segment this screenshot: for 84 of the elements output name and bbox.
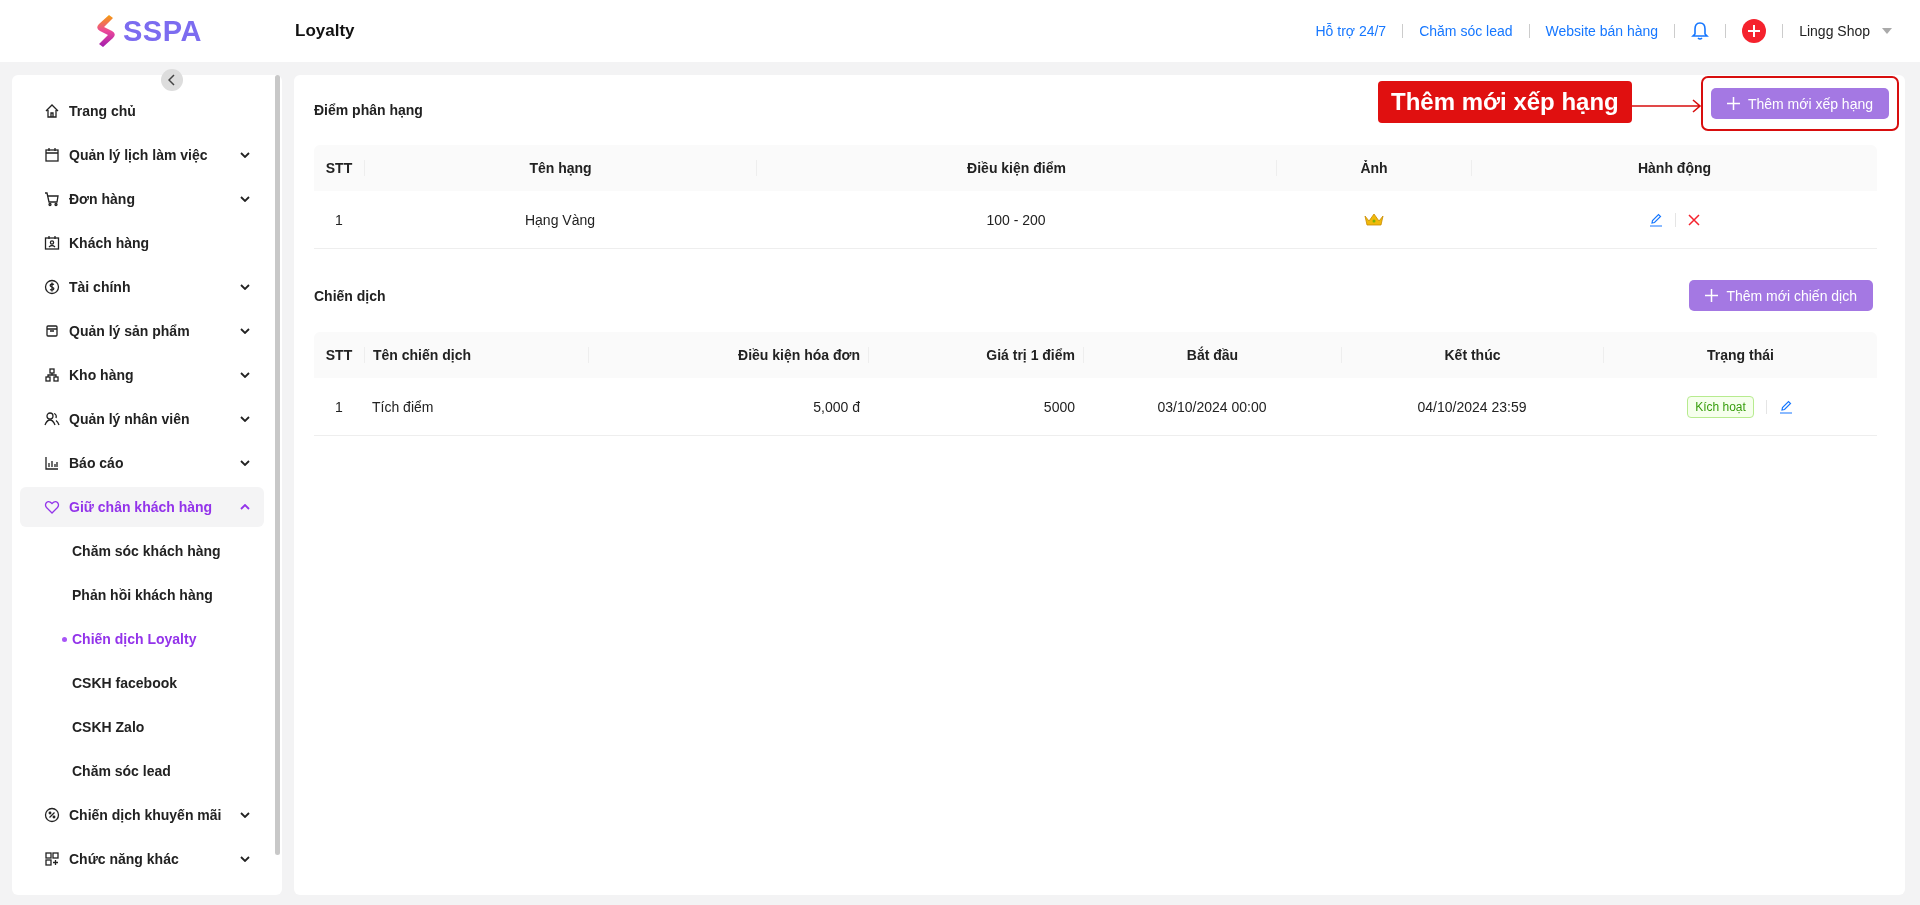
sidebar-item[interactable]: Quản lý lịch làm việc [20,135,264,175]
logo-icon [95,14,117,48]
column-header: STT [324,347,354,363]
table-cell-text: 03/10/2024 00:00 [1156,398,1268,415]
chevron-down-icon [240,856,250,862]
heart-icon [44,499,60,515]
column-header: Điều kiện điểm [756,160,1276,176]
submenu-item[interactable]: CSKH facebook [20,663,264,703]
section-title: Điểm phân hạng [314,102,423,118]
boxes-icon [44,367,60,383]
sidebar-item[interactable]: Khách hàng [20,223,264,263]
percent-icon [44,807,60,823]
crown-icon [1363,212,1384,227]
annotation-label: Thêm mới xếp hạng [1378,81,1632,123]
section-title: Chiến dịch [314,287,386,304]
plus-icon [1705,289,1719,302]
collapse-button[interactable] [161,69,183,91]
box-icon [44,323,60,339]
table-cell-text: 04/10/2024 23:59 [1416,398,1528,415]
plus-icon [1726,97,1740,110]
sidebar-item[interactable]: Đơn hàng [20,179,264,219]
caret-icon [1882,28,1892,34]
table-cell-text: 1 [334,398,344,415]
dollar-icon [44,279,60,295]
chevron-left-icon [168,74,176,86]
table-cell-text: 1 [334,211,344,228]
grid-icon [44,851,60,867]
column-header: Trạng thái [1603,347,1877,363]
edit-icon[interactable] [1778,399,1793,414]
chevron-down-icon [240,284,250,290]
chevron-down-icon [240,812,250,818]
column-header: Giá trị 1 điểm [868,347,1083,363]
plus-icon[interactable] [1742,19,1767,43]
column-header: Kết thúc [1341,347,1603,363]
column-header: Điều kiện hóa đơn [588,347,868,363]
logo-text: SSPA [123,14,202,48]
calendar-icon [44,147,60,163]
submenu-item[interactable]: Chiến dịch Loyalty [20,619,264,659]
table-cell-text: 5,000 đ [812,398,861,415]
column-header: Tên chiến dịch [364,347,588,363]
header-link[interactable]: Website bán hàng [1545,23,1659,39]
column-header: Hành động [1471,160,1877,176]
chevron-down-icon [240,460,250,466]
sidebar-item[interactable]: Chiến dịch khuyến mãi [20,795,264,835]
close-icon[interactable] [1687,213,1700,226]
chevron-down-icon [240,152,250,158]
cart-icon [44,191,60,207]
submenu-item[interactable]: CSKH Zalo [20,707,264,747]
page-title: Loyalty [295,21,355,41]
column-header: STT [324,160,354,176]
sidebar-item[interactable]: Chức năng khác [20,839,264,879]
header-link[interactable]: Chăm sóc lead [1419,23,1513,39]
submenu-item[interactable]: Chăm sóc lead [20,751,264,791]
dot-icon [62,636,67,642]
submenu-item[interactable]: Chăm sóc khách hàng [20,531,264,571]
table-cell-text: Hạng Vàng [523,211,597,228]
chevron-down-icon [240,196,250,202]
header-link[interactable]: Hỗ trợ 24/7 [1315,23,1387,39]
table-cell-text: Tích điểm [371,398,435,415]
home-icon [44,103,60,119]
sidebar-item[interactable]: Báo cáo [20,443,264,483]
sidebar-item[interactable]: Tài chính [20,267,264,307]
column-header: Tên hạng [364,160,756,176]
submenu-item[interactable]: Phản hồi khách hàng [20,575,264,615]
table-cell-text: 100 - 200 [985,211,1047,228]
sidebar-item[interactable]: Kho hàng [20,355,264,395]
chevron-up-icon [240,504,250,510]
bell-icon[interactable] [1691,21,1710,41]
edit-icon[interactable] [1648,212,1663,227]
chevron-down-icon [240,328,250,334]
chart-icon [44,455,60,471]
status-tag: Kích hoạt [1687,395,1754,418]
sidebar-item[interactable]: Giữ chân khách hàng [20,487,264,527]
table-cell-text: 5000 [1042,398,1076,415]
sidebar-item[interactable]: Quản lý nhân viên [20,399,264,439]
column-header: Ảnh [1276,160,1471,176]
column-header: Bắt đầu [1083,347,1341,363]
sidebar-item[interactable]: Quản lý sản phẩm [20,311,264,351]
user-menu[interactable]: Lingg Shop [1799,23,1892,39]
contact-icon [44,235,60,251]
people-icon [44,411,60,427]
chevron-down-icon [240,416,250,422]
chevron-down-icon [240,372,250,378]
sidebar-item[interactable]: Trang chủ [20,91,264,131]
